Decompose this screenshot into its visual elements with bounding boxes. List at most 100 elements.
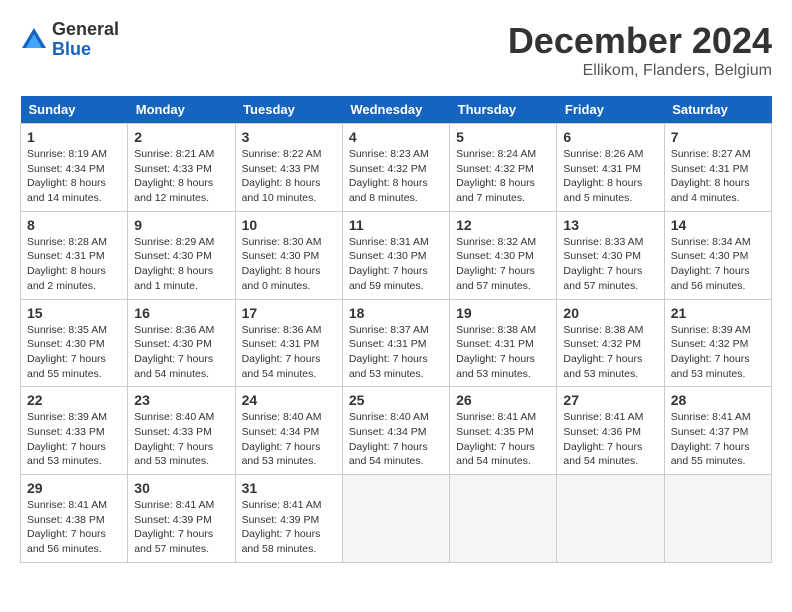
day-number: 12 bbox=[456, 217, 550, 233]
day-number: 30 bbox=[134, 480, 228, 496]
cell-info: Sunrise: 8:19 AMSunset: 4:34 PMDaylight:… bbox=[27, 147, 121, 206]
week-row-4: 22 Sunrise: 8:39 AMSunset: 4:33 PMDayligh… bbox=[21, 387, 772, 475]
calendar-cell bbox=[557, 475, 664, 563]
calendar-cell: 14Sunrise: 8:34 AMSunset: 4:30 PMDayligh… bbox=[664, 211, 771, 299]
calendar-cell bbox=[450, 475, 557, 563]
calendar-cell: 22 Sunrise: 8:39 AMSunset: 4:33 PMDayligh… bbox=[21, 387, 128, 475]
calendar-cell: 21 Sunrise: 8:39 AMSunset: 4:32 PMDayligh… bbox=[664, 299, 771, 387]
cell-info: Sunrise: 8:33 AMSunset: 4:30 PMDaylight:… bbox=[563, 235, 657, 294]
calendar-cell: 9 Sunrise: 8:29 AMSunset: 4:30 PMDaylight… bbox=[128, 211, 235, 299]
calendar-cell: 18 Sunrise: 8:37 AMSunset: 4:31 PMDayligh… bbox=[342, 299, 449, 387]
day-number: 28 bbox=[671, 392, 765, 408]
week-row-3: 15 Sunrise: 8:35 AMSunset: 4:30 PMDayligh… bbox=[21, 299, 772, 387]
cell-info: Sunrise: 8:41 AMSunset: 4:36 PMDaylight:… bbox=[563, 410, 657, 469]
day-number: 5 bbox=[456, 129, 550, 145]
month-title: December 2024 bbox=[508, 20, 772, 62]
day-number: 22 bbox=[27, 392, 121, 408]
cell-info: Sunrise: 8:38 AMSunset: 4:31 PMDaylight:… bbox=[456, 323, 550, 382]
day-header-monday: Monday bbox=[128, 96, 235, 124]
day-header-sunday: Sunday bbox=[21, 96, 128, 124]
cell-info: Sunrise: 8:23 AMSunset: 4:32 PMDaylight:… bbox=[349, 147, 443, 206]
week-row-5: 29 Sunrise: 8:41 AMSunset: 4:38 PMDayligh… bbox=[21, 475, 772, 563]
header-row: SundayMondayTuesdayWednesdayThursdayFrid… bbox=[21, 96, 772, 124]
cell-info: Sunrise: 8:39 AMSunset: 4:32 PMDaylight:… bbox=[671, 323, 765, 382]
cell-info: Sunrise: 8:29 AMSunset: 4:30 PMDaylight:… bbox=[134, 235, 228, 294]
logo-general: General bbox=[52, 20, 119, 40]
calendar-cell: 11Sunrise: 8:31 AMSunset: 4:30 PMDayligh… bbox=[342, 211, 449, 299]
logo-blue: Blue bbox=[52, 40, 119, 60]
calendar-cell: 26Sunrise: 8:41 AMSunset: 4:35 PMDayligh… bbox=[450, 387, 557, 475]
day-number: 8 bbox=[27, 217, 121, 233]
calendar-cell: 6Sunrise: 8:26 AMSunset: 4:31 PMDaylight… bbox=[557, 124, 664, 212]
calendar-cell: 3 Sunrise: 8:22 AMSunset: 4:33 PMDaylight… bbox=[235, 124, 342, 212]
cell-info: Sunrise: 8:41 AMSunset: 4:37 PMDaylight:… bbox=[671, 410, 765, 469]
calendar-cell: 20 Sunrise: 8:38 AMSunset: 4:32 PMDayligh… bbox=[557, 299, 664, 387]
calendar-cell: 8 Sunrise: 8:28 AMSunset: 4:31 PMDaylight… bbox=[21, 211, 128, 299]
calendar-cell: 28 Sunrise: 8:41 AMSunset: 4:37 PMDayligh… bbox=[664, 387, 771, 475]
cell-info: Sunrise: 8:28 AMSunset: 4:31 PMDaylight:… bbox=[27, 235, 121, 294]
calendar-cell bbox=[342, 475, 449, 563]
cell-info: Sunrise: 8:30 AMSunset: 4:30 PMDaylight:… bbox=[242, 235, 336, 294]
day-header-friday: Friday bbox=[557, 96, 664, 124]
day-header-wednesday: Wednesday bbox=[342, 96, 449, 124]
cell-info: Sunrise: 8:41 AMSunset: 4:35 PMDaylight:… bbox=[456, 410, 550, 469]
calendar-cell: 23Sunrise: 8:40 AMSunset: 4:33 PMDayligh… bbox=[128, 387, 235, 475]
cell-info: Sunrise: 8:41 AMSunset: 4:39 PMDaylight:… bbox=[242, 498, 336, 557]
calendar-cell: 10 Sunrise: 8:30 AMSunset: 4:30 PMDayligh… bbox=[235, 211, 342, 299]
calendar-cell: 5 Sunrise: 8:24 AMSunset: 4:32 PMDaylight… bbox=[450, 124, 557, 212]
header: General Blue December 2024 Ellikom, Flan… bbox=[20, 20, 772, 80]
day-number: 24 bbox=[242, 392, 336, 408]
calendar-cell: 13 Sunrise: 8:33 AMSunset: 4:30 PMDayligh… bbox=[557, 211, 664, 299]
calendar-cell: 2 Sunrise: 8:21 AMSunset: 4:33 PMDaylight… bbox=[128, 124, 235, 212]
cell-info: Sunrise: 8:27 AMSunset: 4:31 PMDaylight:… bbox=[671, 147, 765, 206]
cell-info: Sunrise: 8:38 AMSunset: 4:32 PMDaylight:… bbox=[563, 323, 657, 382]
logo-text: General Blue bbox=[52, 20, 119, 60]
week-row-2: 8 Sunrise: 8:28 AMSunset: 4:31 PMDaylight… bbox=[21, 211, 772, 299]
day-number: 3 bbox=[242, 129, 336, 145]
day-header-tuesday: Tuesday bbox=[235, 96, 342, 124]
day-number: 9 bbox=[134, 217, 228, 233]
day-number: 16 bbox=[134, 305, 228, 321]
cell-info: Sunrise: 8:40 AMSunset: 4:34 PMDaylight:… bbox=[242, 410, 336, 469]
day-number: 10 bbox=[242, 217, 336, 233]
calendar-cell: 30 Sunrise: 8:41 AMSunset: 4:39 PMDayligh… bbox=[128, 475, 235, 563]
day-number: 18 bbox=[349, 305, 443, 321]
cell-info: Sunrise: 8:36 AMSunset: 4:31 PMDaylight:… bbox=[242, 323, 336, 382]
day-number: 20 bbox=[563, 305, 657, 321]
day-number: 31 bbox=[242, 480, 336, 496]
calendar-cell: 1 Sunrise: 8:19 AMSunset: 4:34 PMDaylight… bbox=[21, 124, 128, 212]
day-number: 29 bbox=[27, 480, 121, 496]
cell-info: Sunrise: 8:31 AMSunset: 4:30 PMDaylight:… bbox=[349, 235, 443, 294]
cell-info: Sunrise: 8:41 AMSunset: 4:38 PMDaylight:… bbox=[27, 498, 121, 557]
day-number: 25 bbox=[349, 392, 443, 408]
calendar-cell: 7Sunrise: 8:27 AMSunset: 4:31 PMDaylight… bbox=[664, 124, 771, 212]
day-number: 2 bbox=[134, 129, 228, 145]
cell-info: Sunrise: 8:22 AMSunset: 4:33 PMDaylight:… bbox=[242, 147, 336, 206]
day-number: 15 bbox=[27, 305, 121, 321]
calendar-cell: 15 Sunrise: 8:35 AMSunset: 4:30 PMDayligh… bbox=[21, 299, 128, 387]
cell-info: Sunrise: 8:40 AMSunset: 4:34 PMDaylight:… bbox=[349, 410, 443, 469]
calendar-table: SundayMondayTuesdayWednesdayThursdayFrid… bbox=[20, 96, 772, 563]
cell-info: Sunrise: 8:37 AMSunset: 4:31 PMDaylight:… bbox=[349, 323, 443, 382]
cell-info: Sunrise: 8:41 AMSunset: 4:39 PMDaylight:… bbox=[134, 498, 228, 557]
calendar-cell: 17Sunrise: 8:36 AMSunset: 4:31 PMDayligh… bbox=[235, 299, 342, 387]
calendar-cell: 12 Sunrise: 8:32 AMSunset: 4:30 PMDayligh… bbox=[450, 211, 557, 299]
calendar-cell: 24 Sunrise: 8:40 AMSunset: 4:34 PMDayligh… bbox=[235, 387, 342, 475]
cell-info: Sunrise: 8:39 AMSunset: 4:33 PMDaylight:… bbox=[27, 410, 121, 469]
calendar-cell: 29 Sunrise: 8:41 AMSunset: 4:38 PMDayligh… bbox=[21, 475, 128, 563]
cell-info: Sunrise: 8:35 AMSunset: 4:30 PMDaylight:… bbox=[27, 323, 121, 382]
calendar-cell: 31 Sunrise: 8:41 AMSunset: 4:39 PMDayligh… bbox=[235, 475, 342, 563]
cell-info: Sunrise: 8:21 AMSunset: 4:33 PMDaylight:… bbox=[134, 147, 228, 206]
day-number: 27 bbox=[563, 392, 657, 408]
cell-info: Sunrise: 8:34 AMSunset: 4:30 PMDaylight:… bbox=[671, 235, 765, 294]
day-number: 13 bbox=[563, 217, 657, 233]
calendar-cell: 19Sunrise: 8:38 AMSunset: 4:31 PMDayligh… bbox=[450, 299, 557, 387]
location-title: Ellikom, Flanders, Belgium bbox=[508, 62, 772, 80]
cell-info: Sunrise: 8:32 AMSunset: 4:30 PMDaylight:… bbox=[456, 235, 550, 294]
day-number: 6 bbox=[563, 129, 657, 145]
day-number: 21 bbox=[671, 305, 765, 321]
day-number: 1 bbox=[27, 129, 121, 145]
calendar-cell: 16Sunrise: 8:36 AMSunset: 4:30 PMDayligh… bbox=[128, 299, 235, 387]
calendar-cell: 25 Sunrise: 8:40 AMSunset: 4:34 PMDayligh… bbox=[342, 387, 449, 475]
cell-info: Sunrise: 8:24 AMSunset: 4:32 PMDaylight:… bbox=[456, 147, 550, 206]
